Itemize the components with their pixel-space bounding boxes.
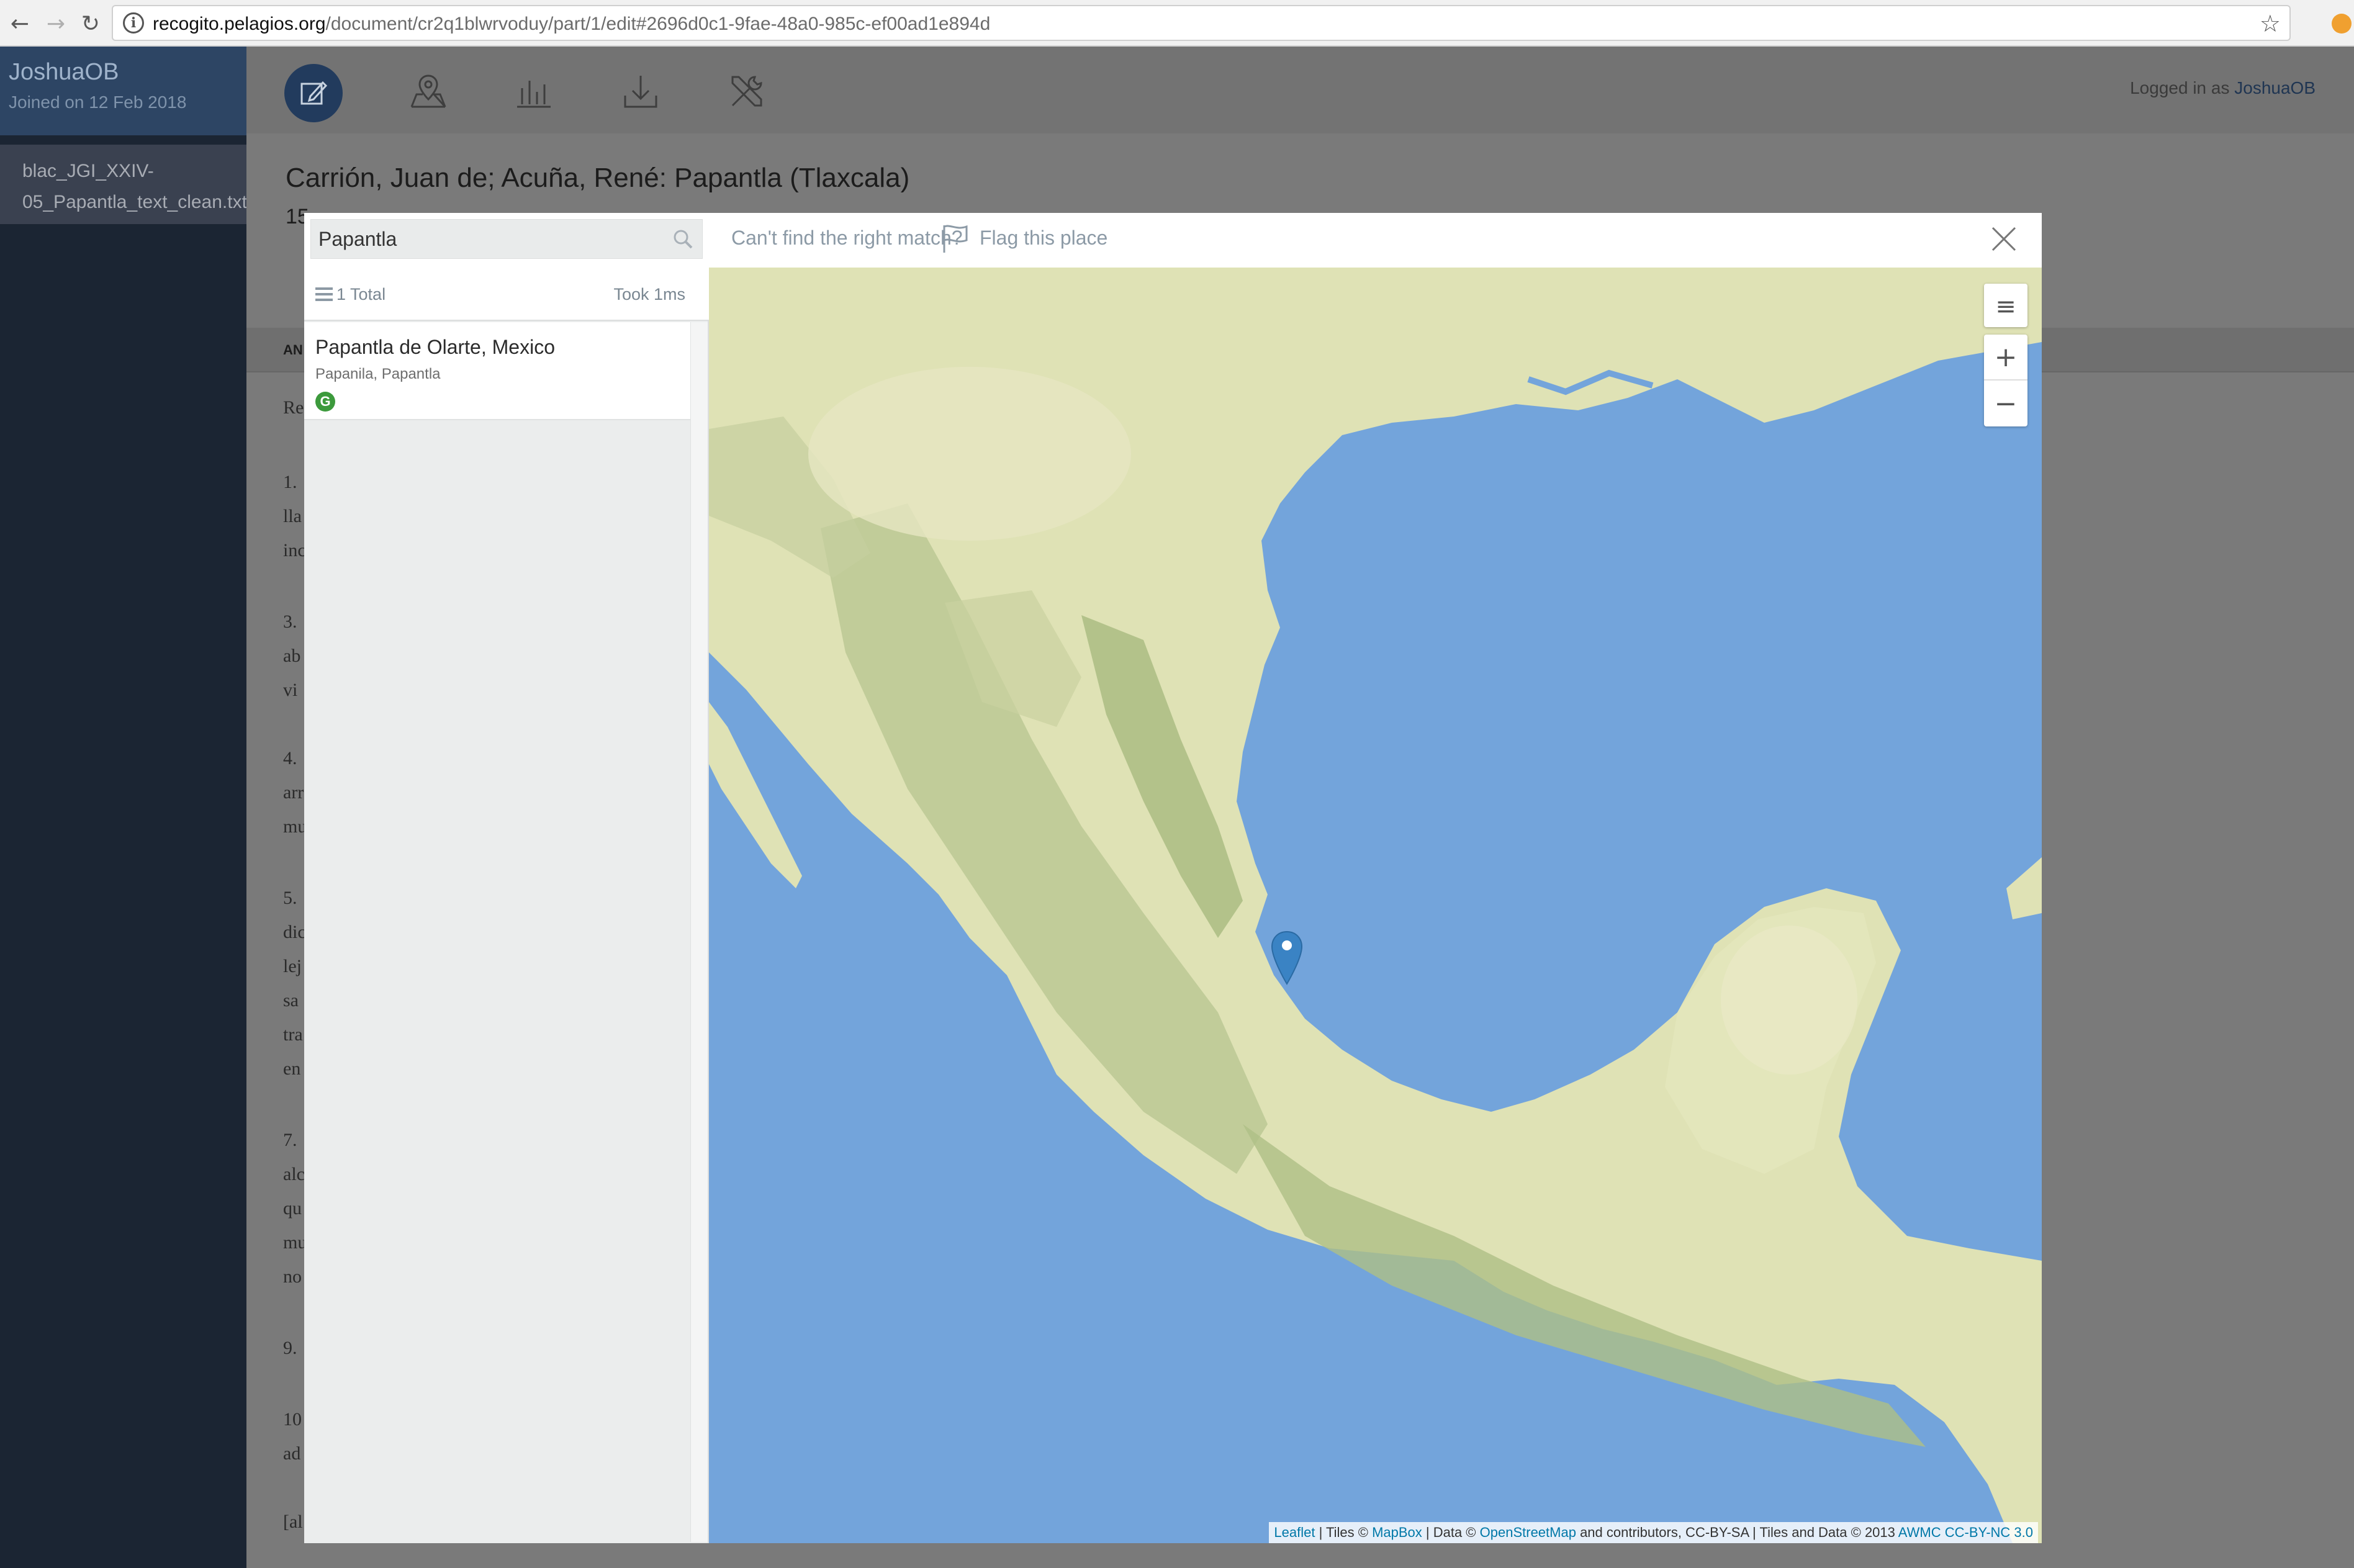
document-text-fragment: 3. — [283, 611, 297, 632]
result-alt-names: Papanila, Papantla — [315, 366, 441, 382]
search-results-panel: 1 Total Took 1ms Papantla de Olarte, Mex… — [304, 268, 709, 1543]
user-profile[interactable]: JoshuaOB Joined on 12 Feb 2018 — [0, 47, 246, 135]
document-text-fragment: qu — [283, 1198, 302, 1219]
zoom-out-button[interactable]: − — [1984, 381, 2027, 426]
edit-icon — [300, 81, 328, 105]
land-cuba — [2006, 857, 2042, 919]
app-root: ← → ↻ i recogito.pelagios.org/document/c… — [0, 0, 2354, 1568]
download-icon[interactable] — [619, 70, 662, 113]
document-text-fragment: alc — [283, 1164, 305, 1184]
document-text-fragment: mu — [283, 1232, 307, 1253]
document-text-fragment: 4. — [283, 748, 297, 768]
zoom-control: + − — [1984, 335, 2027, 426]
layers-control[interactable]: ≡ — [1984, 284, 2027, 327]
search-icon[interactable] — [672, 228, 693, 250]
sidebar: JoshuaOB Joined on 12 Feb 2018 blac_JGI_… — [0, 47, 247, 1568]
document-text-fragment: ad — [283, 1443, 301, 1464]
document-text-fragment: arr — [283, 782, 304, 803]
search-result-item[interactable]: Papantla de Olarte, Mexico Papanila, Pap… — [304, 322, 690, 420]
top-toolbar — [246, 47, 2354, 133]
results-total: 1 Total — [336, 285, 386, 304]
license-link[interactable]: CC-BY-NC 3.0 — [1945, 1525, 2033, 1540]
stats-icon[interactable] — [512, 70, 556, 113]
document-title: Carrión, Juan de; Acuña, René: Papantla … — [286, 163, 910, 193]
document-text-fragment: 5. — [283, 888, 297, 908]
document-text-fragment: [al — [283, 1512, 303, 1532]
osm-link[interactable]: OpenStreetMap — [1480, 1525, 1576, 1540]
leaflet-link[interactable]: Leaflet — [1274, 1525, 1315, 1540]
document-text-fragment: 10 — [283, 1409, 302, 1430]
browser-toolbar: ← → ↻ i recogito.pelagios.org/document/c… — [0, 0, 2354, 47]
document-text-fragment: mu — [283, 816, 307, 837]
document-text-fragment: 9. — [283, 1338, 297, 1358]
plateau-yucatan — [1721, 926, 1857, 1075]
user-name: JoshuaOB — [9, 59, 119, 85]
results-header: 1 Total Took 1ms — [304, 268, 709, 321]
mapbox-link[interactable]: MapBox — [1372, 1525, 1422, 1540]
sidebar-item-document[interactable]: blac_JGI_XXIV-05_Papantla_text_clean.txt — [0, 145, 247, 224]
url-path: /document/cr2q1blwrvoduy/part/1/edit#269… — [325, 14, 991, 34]
document-text-fragment: Re — [283, 397, 304, 418]
plateau-north — [808, 367, 1131, 541]
place-search-modal: Can't find the right match? Flag this pl… — [304, 213, 2042, 1543]
map-view[interactable]: ≡ + − Leaflet | Tiles © MapBox | Data © … — [709, 268, 2042, 1543]
result-title: Papantla de Olarte, Mexico — [315, 336, 555, 358]
cant-find-text: Can't find the right match? — [731, 227, 963, 249]
map-tiles — [709, 268, 2042, 1543]
list-icon — [315, 287, 333, 301]
logged-in-prefix: Logged in as — [2130, 78, 2235, 97]
awmc-link[interactable]: AWMC — [1898, 1525, 1941, 1540]
place-search-input[interactable] — [311, 220, 659, 258]
settings-tools-icon[interactable] — [725, 70, 769, 113]
results-scrollbar[interactable] — [690, 322, 708, 1542]
extension-icon[interactable] — [2332, 14, 2352, 34]
document-text-fragment: lla — [283, 506, 302, 526]
document-text-fragment: inc — [283, 540, 306, 561]
attribution-tiles-prefix: | Tiles © — [1315, 1525, 1373, 1540]
results-took: Took 1ms — [613, 285, 685, 304]
map-view-icon[interactable] — [407, 70, 450, 113]
document-text-fragment: no — [283, 1266, 302, 1287]
gazetteer-badge: G — [315, 392, 335, 412]
bookmark-star-icon[interactable]: ☆ — [2260, 10, 2281, 37]
forward-button[interactable]: → — [37, 5, 74, 42]
flag-icon[interactable] — [940, 223, 969, 254]
edit-tool-button[interactable] — [284, 64, 343, 122]
document-filename: blac_JGI_XXIV-05_Papantla_text_clean.txt — [22, 161, 247, 212]
attribution-mid: and contributors, CC-BY-SA | Tiles and D… — [1576, 1525, 1898, 1540]
document-text-fragment: lej — [283, 956, 302, 976]
document-text-fragment: en — [283, 1058, 301, 1079]
logged-in-status: Logged in as JoshuaOB — [2130, 78, 2316, 98]
attribution-data-prefix: | Data © — [1422, 1525, 1480, 1540]
document-text-fragment: dic — [283, 922, 306, 942]
document-text-fragment: ab — [283, 646, 301, 666]
map-marker-icon[interactable] — [1270, 930, 1304, 986]
reload-button[interactable]: ↻ — [72, 5, 109, 42]
place-search-box — [310, 219, 703, 259]
user-joined-date: Joined on 12 Feb 2018 — [9, 92, 187, 112]
back-button[interactable]: ← — [1, 5, 38, 42]
zoom-in-button[interactable]: + — [1984, 335, 2027, 381]
document-text-fragment: 1. — [283, 472, 297, 492]
address-bar[interactable]: i recogito.pelagios.org/document/cr2q1bl… — [112, 5, 2291, 41]
site-info-icon[interactable]: i — [123, 12, 144, 34]
logged-in-user-link[interactable]: JoshuaOB — [2234, 78, 2316, 97]
flag-this-place-link[interactable]: Flag this place — [980, 227, 1107, 250]
document-text-fragment: tra — [283, 1024, 303, 1045]
url-text[interactable]: recogito.pelagios.org/document/cr2q1blwr… — [153, 14, 990, 35]
map-attribution: Leaflet | Tiles © MapBox | Data © OpenSt… — [1269, 1522, 2038, 1543]
url-host: recogito.pelagios.org — [153, 14, 326, 34]
annotation-tab-fragment: AN — [283, 342, 303, 358]
document-text-fragment: 7. — [283, 1130, 297, 1150]
layers-icon[interactable]: ≡ — [1984, 284, 2027, 330]
document-text-fragment: sa — [283, 990, 299, 1011]
document-text-fragment: vi — [283, 680, 298, 700]
close-icon[interactable] — [1989, 224, 2019, 254]
